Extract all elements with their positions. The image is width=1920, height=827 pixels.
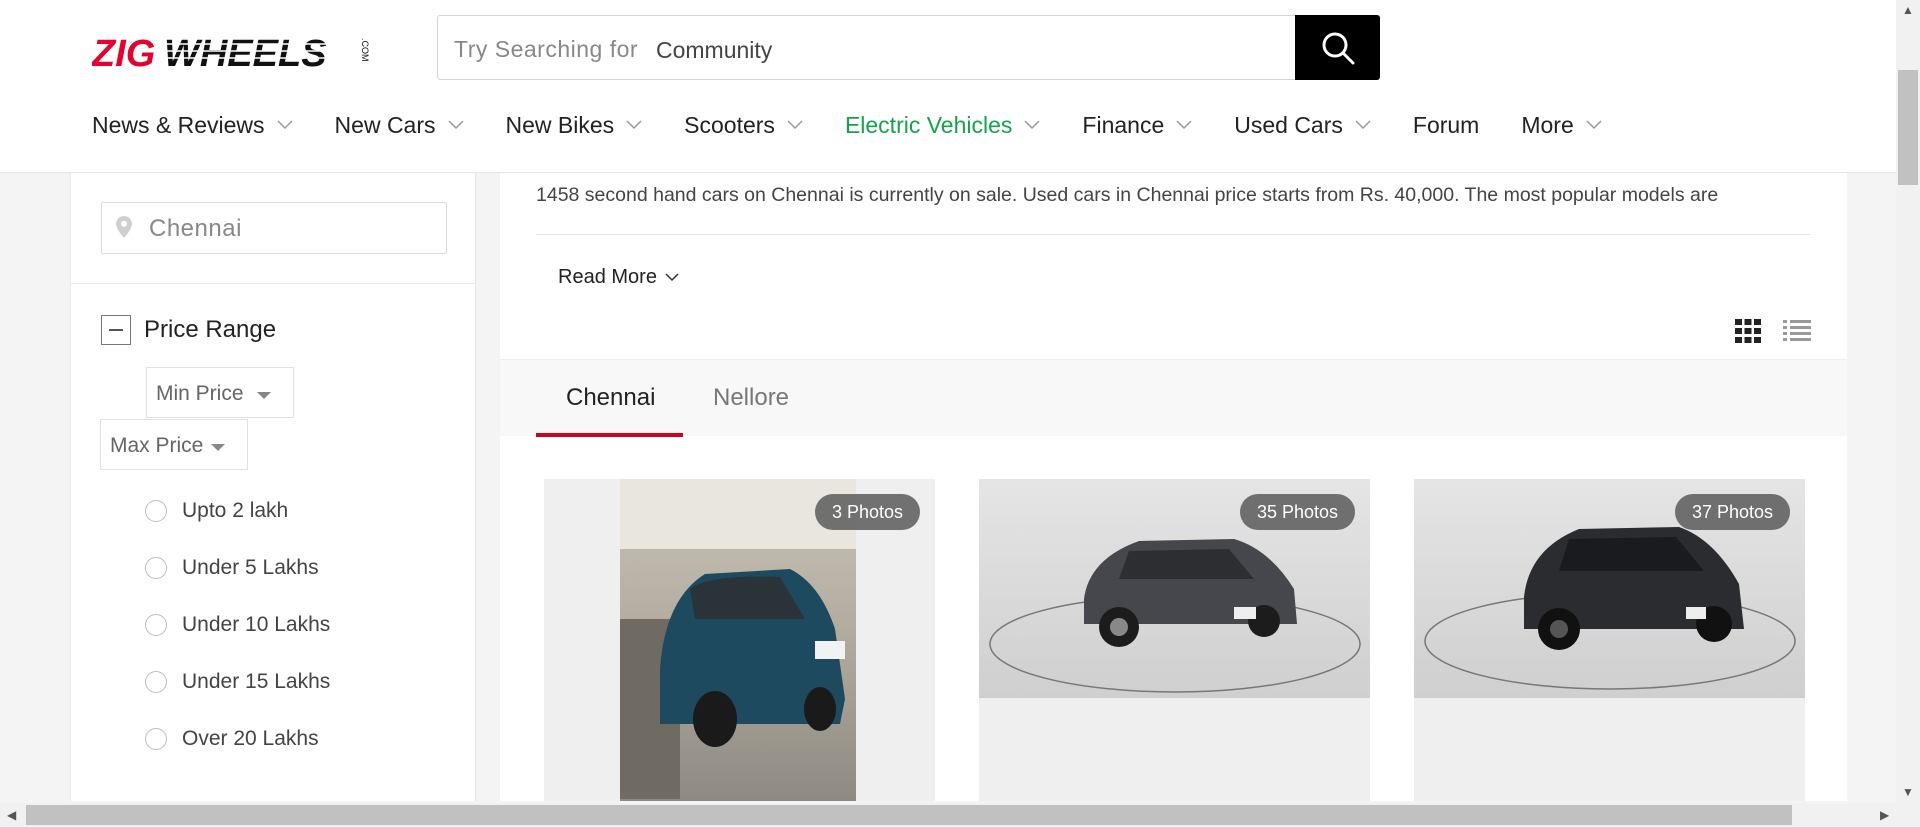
nav-finance[interactable]: Finance [1082, 112, 1192, 139]
location-input[interactable]: Chennai [101, 202, 447, 254]
photo-count-badge: 3 Photos [814, 494, 920, 530]
svg-text:.COM: .COM [360, 38, 370, 62]
car-card[interactable]: 35 Photos [979, 479, 1370, 801]
option-label: Under 15 Lakhs [182, 670, 331, 693]
chevron-down-icon [665, 273, 679, 282]
chevron-down-icon [1176, 120, 1192, 130]
nav-label: More [1521, 111, 1574, 138]
nav-label: Used Cars [1234, 111, 1343, 138]
price-option[interactable]: Under 10 Lakhs [145, 613, 330, 637]
divider [536, 234, 1811, 235]
nav-label: Forum [1412, 111, 1480, 138]
tab-chennai[interactable]: Chennai [566, 384, 655, 412]
filter-sidebar: Chennai Price Range Min Price Max Price … [70, 173, 476, 801]
chevron-down-icon [447, 120, 464, 130]
nav-label: New Bikes [505, 111, 615, 138]
listing-main: 1458 second hand cars on Chennai is curr… [500, 173, 1847, 801]
radio-button[interactable] [145, 500, 167, 522]
collapse-toggle-button[interactable] [101, 315, 131, 345]
search-input[interactable]: Try Searching for Community [437, 15, 1380, 80]
chevron-down-icon [1024, 120, 1040, 130]
car-photo[interactable] [620, 479, 856, 801]
location-pin-icon [116, 216, 132, 238]
zigwheels-logo[interactable]: ZIG WHEELS .COM [91, 28, 372, 75]
main-nav: News & Reviews New Cars New Bikes Scoote… [92, 108, 1644, 142]
radio-button[interactable] [145, 728, 167, 750]
vertical-scroll-thumb[interactable] [1898, 70, 1918, 185]
min-price-label: Min Price [156, 382, 244, 405]
search-placeholder: Try Searching for [454, 36, 639, 62]
option-label: Under 5 Lakhs [182, 556, 319, 579]
max-price-select[interactable]: Max Price [100, 419, 248, 470]
chevron-down-icon [1586, 120, 1602, 130]
nav-label: Scooters [684, 111, 775, 138]
min-price-select[interactable]: Min Price [146, 367, 294, 418]
scroll-right-arrow-icon[interactable]: ▶ [1880, 808, 1889, 822]
site-header: ZIG WHEELS .COM Try Searching for Commun… [0, 0, 1896, 173]
price-option[interactable]: Over 20 Lakhs [145, 727, 319, 751]
nav-new-cars[interactable]: New Cars [335, 112, 464, 139]
photo-count-badge: 35 Photos [1239, 494, 1355, 530]
search-term: Community [656, 37, 773, 63]
option-label: Upto 2 lakh [182, 499, 289, 522]
horizontal-scroll-thumb[interactable] [26, 805, 1792, 825]
location-value: Chennai [149, 215, 242, 242]
intro-text: 1458 second hand cars on Chennai is curr… [536, 184, 1719, 206]
chevron-down-icon [277, 120, 293, 130]
option-label: Under 10 Lakhs [182, 613, 331, 636]
radio-button[interactable] [145, 557, 167, 579]
radio-button[interactable] [145, 671, 167, 693]
active-tab-indicator [536, 433, 683, 437]
chevron-down-icon [1355, 120, 1371, 130]
price-option[interactable]: Under 5 Lakhs [145, 556, 319, 580]
caret-down-icon [211, 444, 225, 451]
svg-text:WHEELS: WHEELS [164, 33, 327, 72]
nav-label: Electric Vehicles [844, 111, 1013, 138]
svg-text:ZIG: ZIG [92, 33, 155, 72]
nav-more[interactable]: More [1521, 111, 1602, 139]
nav-forum[interactable]: Forum [1413, 112, 1479, 139]
filter-title: Price Range [144, 316, 277, 343]
radio-button[interactable] [145, 614, 167, 636]
caret-down-icon [257, 392, 271, 399]
grid-view-icon[interactable] [1735, 319, 1761, 343]
nav-scooters[interactable]: Scooters [684, 112, 803, 139]
nav-news-reviews[interactable]: News & Reviews [92, 112, 293, 139]
nav-label: News & Reviews [92, 111, 265, 138]
nav-label: Finance [1082, 111, 1165, 138]
chevron-down-icon [787, 120, 803, 130]
search-icon [1322, 32, 1354, 64]
search-button[interactable] [1295, 15, 1380, 80]
car-card[interactable]: 37 Photos [1414, 479, 1805, 801]
minus-icon [109, 329, 123, 331]
nav-used-cars[interactable]: Used Cars [1234, 112, 1371, 139]
price-option[interactable]: Upto 2 lakh [145, 499, 288, 523]
chevron-down-icon [626, 120, 642, 130]
scroll-left-arrow-icon[interactable]: ◀ [7, 808, 16, 822]
read-more-label: Read More [558, 266, 657, 288]
photo-count-badge: 37 Photos [1674, 494, 1790, 530]
price-option[interactable]: Under 15 Lakhs [145, 670, 330, 694]
nav-new-bikes[interactable]: New Bikes [506, 112, 643, 139]
option-label: Over 20 Lakhs [182, 727, 319, 750]
nav-label: New Cars [334, 111, 436, 138]
read-more-button[interactable]: Read More [558, 266, 679, 289]
car-card[interactable]: 3 Photos [544, 479, 935, 801]
tab-nellore[interactable]: Nellore [713, 384, 789, 412]
scroll-up-arrow-icon[interactable]: ▲ [1902, 3, 1914, 17]
city-tabs: Chennai Nellore [500, 359, 1847, 437]
nav-electric-vehicles[interactable]: Electric Vehicles [845, 112, 1040, 139]
max-price-label: Max Price [110, 434, 204, 457]
list-view-icon[interactable] [1783, 319, 1811, 343]
scroll-down-arrow-icon[interactable]: ▼ [1902, 785, 1914, 799]
divider [71, 283, 475, 284]
